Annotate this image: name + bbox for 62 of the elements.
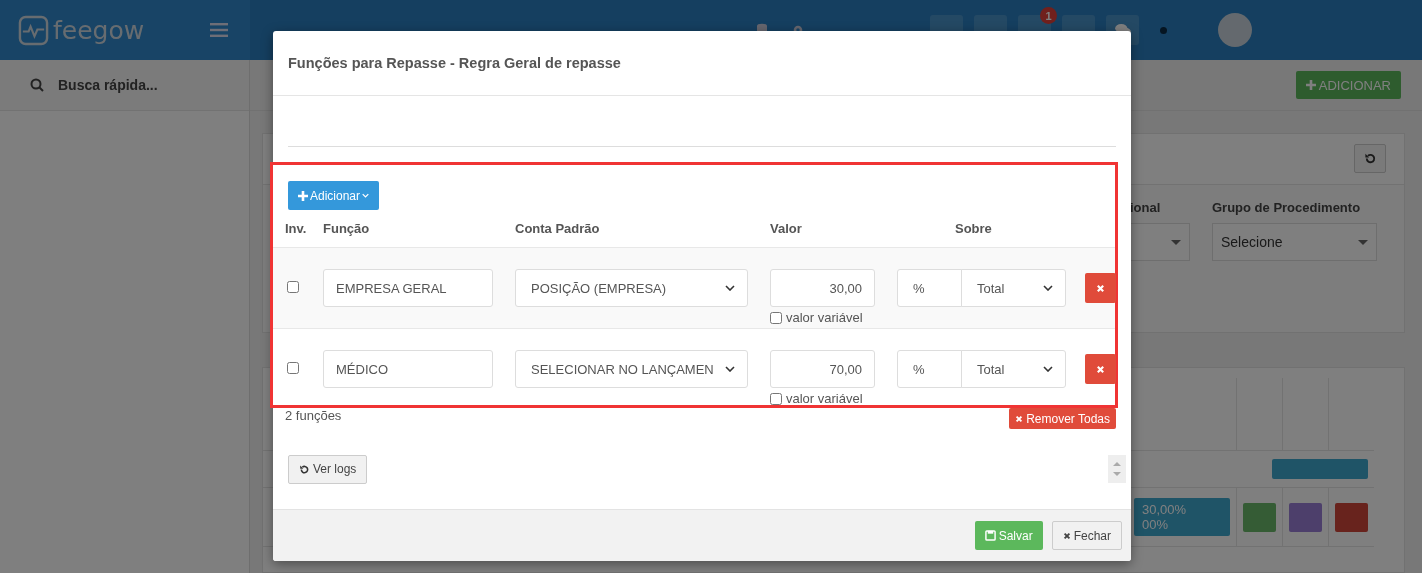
dropdown-arrow-icon	[1358, 239, 1368, 245]
close-icon	[1096, 283, 1105, 293]
select-field[interactable]: Total	[961, 350, 1066, 388]
checkbox[interactable]	[770, 311, 782, 324]
filter-select[interactable]: Selecione	[1212, 223, 1377, 261]
chevron-icon	[725, 366, 735, 372]
plus-icon	[298, 190, 308, 201]
delete-button[interactable]	[1335, 502, 1368, 532]
dropdown-arrow-icon	[1171, 239, 1181, 245]
close-icon	[1062, 531, 1071, 540]
copy-button[interactable]	[1289, 502, 1322, 532]
close-icon	[1015, 414, 1024, 423]
column-header: Função	[323, 221, 371, 236]
chevron-icon	[1043, 366, 1053, 372]
status-dot	[1160, 26, 1167, 34]
checkbox[interactable]	[287, 280, 299, 293]
input-field[interactable]: 70,00	[770, 350, 875, 388]
checkbox-label: valor variável	[786, 391, 863, 406]
checkbox-label: valor variável	[786, 310, 863, 325]
remove-all-button[interactable]: Remover Todas	[1009, 408, 1116, 429]
history-icon	[1363, 152, 1377, 165]
plus-icon	[1305, 80, 1316, 90]
filter-label: ional	[1130, 200, 1162, 215]
unit-addon: %	[897, 269, 962, 307]
select-field[interactable]: Total	[961, 269, 1066, 307]
save-icon	[984, 530, 996, 541]
rule-bar: 30,00% 00%	[1134, 498, 1230, 536]
remove-button[interactable]	[1085, 273, 1116, 303]
input-field[interactable]: 30,00	[770, 269, 875, 307]
checkbox[interactable]	[287, 361, 299, 374]
logo-text: feegow	[53, 15, 145, 45]
input-field[interactable]: EMPRESA GERAL	[323, 269, 493, 307]
filter-label: Grupo de Procedimento	[1212, 200, 1362, 215]
chevron-icon	[725, 285, 735, 291]
chevron-icon	[1043, 285, 1053, 291]
search-field[interactable]: Busca rápida...	[56, 76, 240, 94]
column-header: Conta Padrão	[515, 221, 601, 236]
caret-icon	[362, 193, 370, 198]
column-header: Inv.	[284, 221, 308, 236]
unit-addon: %	[897, 350, 962, 388]
checkbox[interactable]	[770, 392, 782, 405]
notification-badge: 1	[1040, 7, 1057, 24]
select-field[interactable]: POSIÇÃO (EMPRESA)	[515, 269, 748, 307]
input-field[interactable]: MÉDICO	[323, 350, 493, 388]
column-header: Valor	[770, 221, 803, 236]
select-field[interactable]: SELECIONAR NO LANÇAMEN	[515, 350, 748, 388]
search-bar[interactable]: Busca rápida...	[0, 60, 249, 111]
close-icon	[1096, 364, 1105, 374]
history-button[interactable]	[1354, 144, 1386, 173]
edit-button[interactable]	[1243, 502, 1276, 532]
avatar[interactable]	[1218, 13, 1252, 47]
logs-button[interactable]: Ver logs	[288, 454, 368, 484]
remove-button[interactable]	[1085, 354, 1116, 384]
search-icon	[30, 78, 44, 92]
column-header: Sobre	[954, 221, 993, 236]
scroll-arrows-icon[interactable]	[1108, 455, 1126, 483]
menu-icon[interactable]	[210, 23, 228, 37]
history-icon	[299, 463, 310, 475]
function-count: 2 funções	[285, 408, 342, 423]
logo-icon	[18, 14, 49, 46]
modal-title: Funções para Repasse - Regra Geral de repasse	[288, 55, 621, 71]
close-button[interactable]: Fechar	[1051, 521, 1122, 550]
